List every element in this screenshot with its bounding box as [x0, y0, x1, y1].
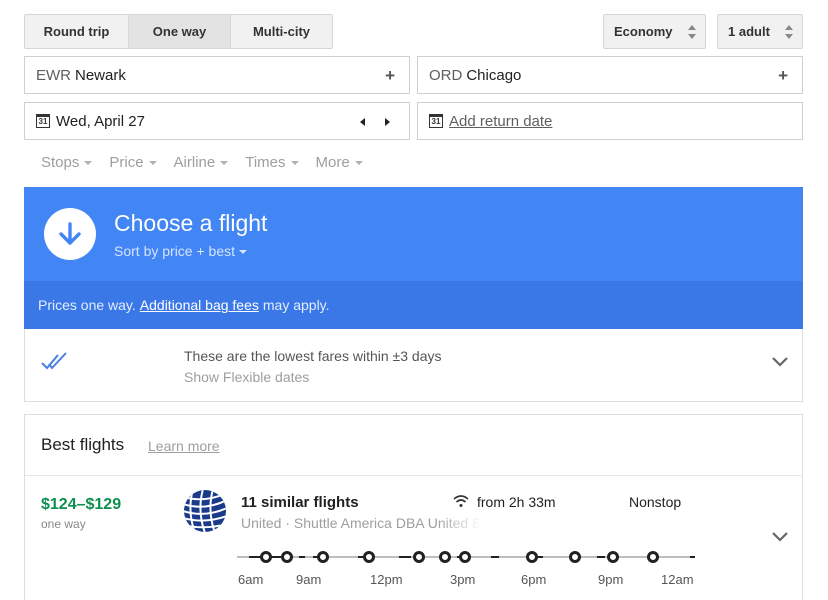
- next-date-icon[interactable]: [385, 118, 390, 126]
- arrow-down-circle-icon: [44, 208, 96, 260]
- chevron-down-icon[interactable]: [771, 531, 789, 543]
- flexible-dates-message: These are the lowest fares within ±3 day…: [184, 348, 442, 364]
- filter-bar: Stops Price Airline Times More: [41, 154, 380, 171]
- timeline-label: 9pm: [598, 572, 624, 587]
- timeline-label: 6am: [238, 572, 264, 587]
- learn-more-link[interactable]: Learn more: [148, 438, 220, 454]
- flight-duration: from 2h 33m: [477, 494, 556, 510]
- choose-flight-banner: Choose a flight Sort by price + best: [24, 187, 803, 281]
- divider: [25, 475, 802, 476]
- similar-flights-count: 11 similar flights: [241, 494, 359, 511]
- tab-round-trip[interactable]: Round trip: [25, 15, 129, 48]
- updown-arrows-icon: [688, 25, 696, 39]
- caret-down-icon: [290, 160, 299, 165]
- sort-label: Sort by price + best: [114, 243, 236, 259]
- filter-label: Price: [109, 154, 144, 171]
- filter-stops[interactable]: Stops: [41, 154, 93, 171]
- return-date-field[interactable]: 31 Add return date: [417, 102, 803, 140]
- caret-down-icon: [239, 250, 248, 255]
- united-globe-logo: [184, 490, 226, 532]
- filter-label: Times: [245, 154, 286, 171]
- price-note-prefix: Prices one way.: [38, 297, 136, 313]
- timeline-label: 9am: [296, 572, 322, 587]
- origin-field[interactable]: EWR Newark +: [24, 56, 410, 94]
- departure-timeline: [237, 551, 695, 563]
- depart-date-value: Wed, April 27: [56, 112, 145, 130]
- trip-type-selector: Round trip One way Multi-city: [24, 14, 333, 49]
- timeline-label: 6pm: [521, 572, 547, 587]
- filter-label: Stops: [41, 154, 80, 171]
- best-flights-title: Best flights: [41, 435, 125, 454]
- airline-names: United · Shuttle America DBA United Expr…: [241, 515, 481, 531]
- calendar-icon: 31: [36, 114, 50, 128]
- timeline-label: 12pm: [370, 572, 403, 587]
- add-destination-plus-icon[interactable]: +: [778, 66, 788, 86]
- price-note: one way: [41, 517, 86, 531]
- timeline-label: 12am: [661, 572, 694, 587]
- flight-stops: Nonstop: [629, 494, 682, 510]
- cabin-class-select[interactable]: Economy: [603, 14, 706, 49]
- bag-fees-link[interactable]: Additional bag fees: [140, 297, 259, 313]
- chevron-down-icon[interactable]: [771, 356, 789, 368]
- destination-city: Chicago: [466, 66, 522, 84]
- add-origin-plus-icon[interactable]: +: [385, 66, 395, 86]
- double-check-icon: [41, 352, 67, 370]
- filter-label: Airline: [173, 154, 216, 171]
- caret-down-icon: [354, 160, 363, 165]
- destination-field[interactable]: ORD Chicago +: [417, 56, 803, 94]
- tab-multi-city[interactable]: Multi-city: [231, 15, 332, 48]
- wifi-icon: [453, 495, 469, 507]
- best-flights-card: Best flights Learn more $124–$129 one wa…: [24, 414, 803, 600]
- filter-label: More: [315, 154, 350, 171]
- passengers-value: 1 adult: [728, 24, 770, 39]
- filter-price[interactable]: Price: [109, 154, 157, 171]
- add-return-date-link[interactable]: Add return date: [449, 113, 552, 130]
- destination-code: ORD: [429, 66, 463, 84]
- banner-title: Choose a flight: [114, 210, 268, 236]
- calendar-icon: 31: [429, 114, 443, 128]
- flight-price: $124–$129: [41, 496, 122, 513]
- filter-more[interactable]: More: [316, 154, 363, 171]
- filter-airline[interactable]: Airline: [174, 154, 229, 171]
- filter-times[interactable]: Times: [245, 154, 299, 171]
- origin-city: Newark: [75, 66, 126, 84]
- show-flexible-dates-link[interactable]: Show Flexible dates: [184, 369, 309, 385]
- previous-date-icon[interactable]: [360, 118, 365, 126]
- caret-down-icon: [148, 160, 157, 165]
- cabin-class-value: Economy: [614, 24, 673, 39]
- updown-arrows-icon: [785, 25, 793, 39]
- origin-code: EWR: [36, 66, 71, 84]
- timeline-label: 3pm: [450, 572, 476, 587]
- passengers-select[interactable]: 1 adult: [717, 14, 803, 49]
- caret-down-icon: [84, 160, 93, 165]
- flexible-dates-row[interactable]: These are the lowest fares within ±3 day…: [24, 329, 803, 402]
- depart-date-field[interactable]: 31 Wed, April 27: [24, 102, 410, 140]
- tab-one-way[interactable]: One way: [129, 15, 231, 48]
- caret-down-icon: [220, 160, 229, 165]
- sort-selector[interactable]: Sort by price + best: [114, 243, 248, 259]
- price-note-bar: Prices one way. Additional bag fees may …: [24, 281, 803, 329]
- price-note-suffix: may apply.: [262, 297, 330, 313]
